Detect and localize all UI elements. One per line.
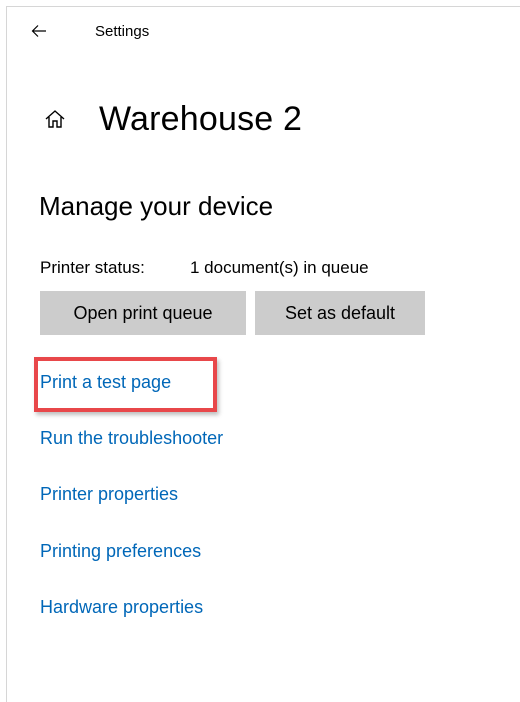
open-print-queue-button[interactable]: Open print queue [40, 291, 246, 335]
section-heading: Manage your device [39, 191, 274, 221]
app-title: Settings [95, 23, 150, 40]
hardware-properties-link[interactable]: Hardware properties [40, 597, 203, 618]
print-test-page-link[interactable]: Print a test page [40, 372, 171, 393]
printer-status-row: Printer status: 1 document(s) in queue [40, 258, 369, 278]
run-troubleshooter-link[interactable]: Run the troubleshooter [40, 428, 223, 449]
page-header: Warehouse 2 [43, 95, 302, 143]
printer-status-value: 1 document(s) in queue [190, 258, 369, 277]
back-button[interactable] [25, 19, 53, 47]
arrow-left-icon [31, 24, 47, 43]
page-title: Warehouse 2 [99, 99, 303, 138]
printer-status-label: Printer status: [40, 258, 145, 277]
printing-preferences-link[interactable]: Printing preferences [40, 541, 201, 562]
settings-window: Settings Warehouse 2 Manage your device … [6, 6, 520, 702]
home-icon [43, 107, 67, 131]
title-bar: Settings [7, 7, 520, 57]
printer-properties-link[interactable]: Printer properties [40, 484, 178, 505]
set-as-default-button[interactable]: Set as default [255, 291, 425, 335]
